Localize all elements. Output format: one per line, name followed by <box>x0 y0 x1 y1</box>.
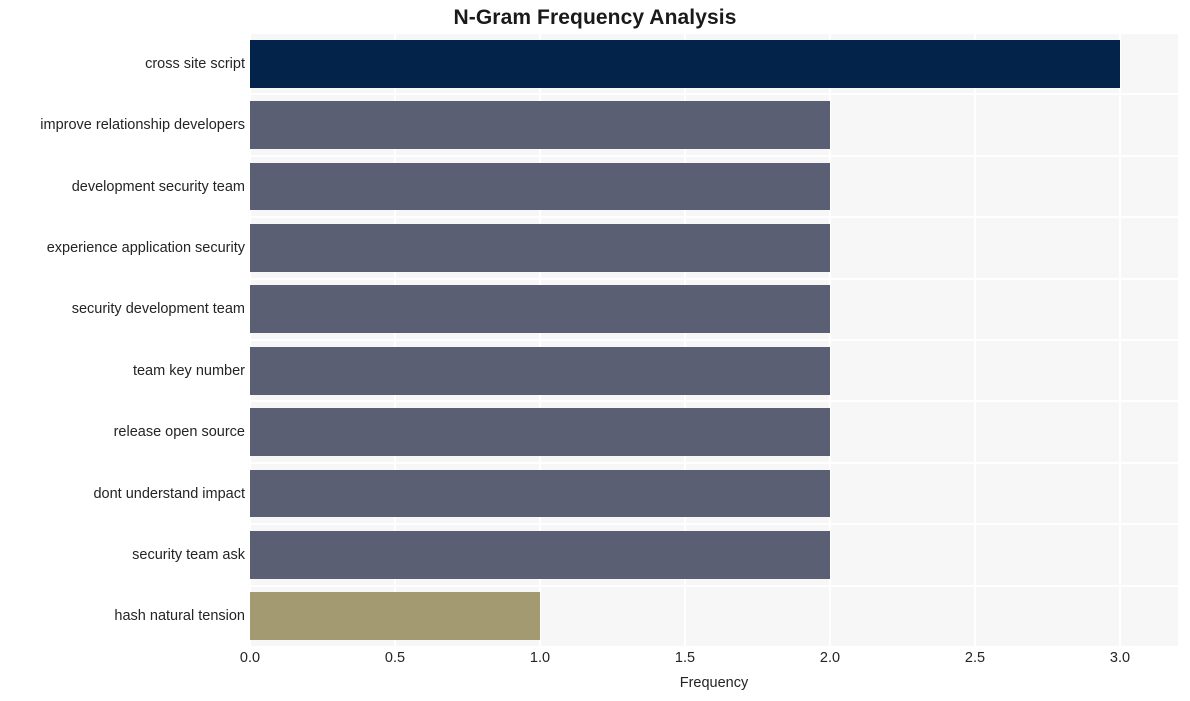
y-axis-tick-label: experience application security <box>46 239 245 256</box>
y-axis-tick-label: security team ask <box>132 546 245 563</box>
bar-row <box>250 223 1178 272</box>
x-axis-tick-labels: 0.0 0.5 1.0 1.5 2.0 2.5 3.0 <box>240 650 1178 673</box>
bar[interactable] <box>250 346 830 395</box>
y-axis-tick-label: team key number <box>132 362 245 379</box>
chart-title: N-Gram Frequency Analysis <box>453 6 737 29</box>
y-axis-tick-label: development security team <box>71 178 245 195</box>
bar-row <box>250 346 1178 395</box>
y-axis-tick-label: security development team <box>71 301 245 318</box>
horizontal-gridline <box>250 646 1178 647</box>
chart-figure: N-Gram Frequency Analysis cross site scr… <box>0 0 1190 701</box>
horizontal-gridline <box>250 584 1178 587</box>
y-axis-tick-label: improve relationship developers <box>40 117 245 134</box>
x-axis-tick-label: 2.5 <box>964 650 986 666</box>
horizontal-gridline <box>250 93 1178 96</box>
x-axis-tick-label: 0.5 <box>384 650 406 666</box>
plot-area <box>250 33 1178 647</box>
bar-row <box>250 530 1178 579</box>
bar[interactable] <box>250 162 830 211</box>
bar-row <box>250 162 1178 211</box>
y-axis-tick-label: dont understand impact <box>93 485 245 502</box>
bar-row <box>250 408 1178 457</box>
x-axis-tick-label: 3.0 <box>1109 650 1131 666</box>
horizontal-gridline <box>250 523 1178 526</box>
bar[interactable] <box>250 408 830 457</box>
x-axis-tick-label: 2.0 <box>819 650 841 666</box>
x-axis-label: Frequency <box>679 675 749 691</box>
bar-row <box>250 469 1178 518</box>
bar-row <box>250 101 1178 150</box>
y-axis-tick-labels: cross site script improve relationship de… <box>0 33 250 647</box>
y-axis-tick-label: cross site script <box>145 55 245 72</box>
y-axis-tick-label: hash natural tension <box>114 608 245 625</box>
bar[interactable] <box>250 469 830 518</box>
bar-row <box>250 592 1178 641</box>
horizontal-gridline <box>250 154 1178 157</box>
horizontal-gridline <box>250 277 1178 280</box>
bar[interactable] <box>250 223 830 272</box>
horizontal-gridline <box>250 33 1178 34</box>
horizontal-gridline <box>250 400 1178 403</box>
bar[interactable] <box>250 101 830 150</box>
x-axis-tick-label: 0.0 <box>239 650 261 666</box>
bar[interactable] <box>250 285 830 334</box>
bar[interactable] <box>250 39 1120 88</box>
horizontal-gridline <box>250 216 1178 219</box>
horizontal-gridline <box>250 461 1178 464</box>
bar-row <box>250 39 1178 88</box>
y-axis-tick-label: release open source <box>113 424 245 441</box>
horizontal-gridline <box>250 339 1178 341</box>
bar-row <box>250 285 1178 334</box>
x-axis-tick-label: 1.0 <box>529 650 551 666</box>
x-axis-tick-label: 1.5 <box>674 650 696 666</box>
bar[interactable] <box>250 592 540 641</box>
bar[interactable] <box>250 530 830 579</box>
